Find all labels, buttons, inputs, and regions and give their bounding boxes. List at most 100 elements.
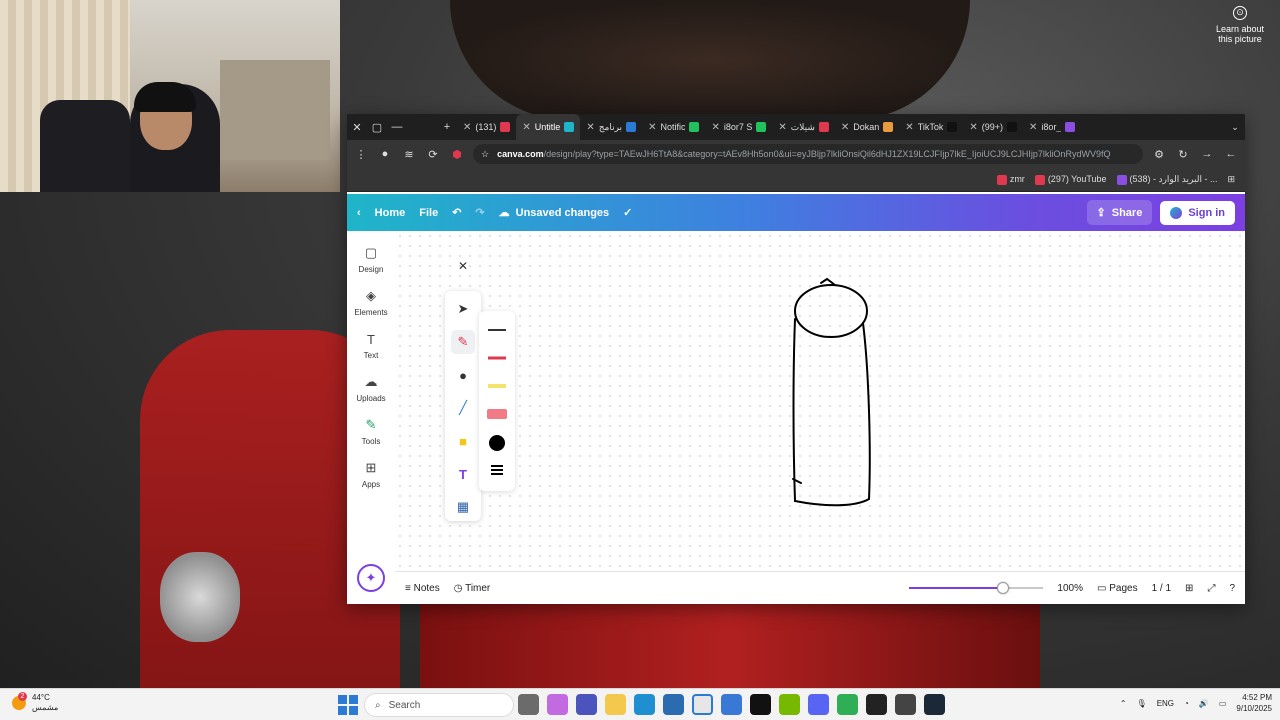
extension-red-icon[interactable]: ⬢	[449, 148, 465, 161]
zoom-slider[interactable]	[909, 582, 1044, 594]
cast-icon[interactable]: ≋	[401, 148, 417, 161]
chevron-up-icon[interactable]: ⌃	[1120, 699, 1127, 708]
app-icon-gray[interactable]	[895, 694, 916, 715]
profile-icon[interactable]: ●	[377, 148, 393, 160]
notes-button[interactable]: ≡ Notes	[405, 583, 440, 594]
epic-games-icon[interactable]	[750, 694, 771, 715]
battery-icon[interactable]: ▭	[1219, 699, 1227, 708]
help-icon[interactable]: ?	[1229, 583, 1235, 594]
learn-about-picture[interactable]: ⊙ Learn about this picture	[1210, 6, 1270, 44]
browser-tab[interactable]: ✕ TikTok	[899, 114, 963, 140]
back-icon[interactable]: ←	[1223, 148, 1239, 160]
redo-icon[interactable]: ↷	[475, 206, 484, 219]
close-tab-icon[interactable]: ✕	[522, 122, 530, 133]
tab-search-icon[interactable]: ⌄	[1225, 122, 1245, 133]
close-window-icon[interactable]: ✕	[347, 121, 367, 134]
freehand-drawing[interactable]	[775, 271, 895, 511]
file-menu-button[interactable]: File	[419, 207, 438, 219]
browser-tab[interactable]: ✕ (99+)	[963, 114, 1023, 140]
grid-view-icon[interactable]: ⊞	[1185, 583, 1193, 594]
all-bookmarks-icon[interactable]: ⊞	[1227, 174, 1235, 185]
home-button[interactable]: Home	[375, 207, 406, 219]
browser-tab[interactable]: ✕ Notific	[642, 114, 705, 140]
maximize-icon[interactable]: ▢	[367, 121, 387, 134]
close-tab-icon[interactable]: ✕	[711, 122, 719, 133]
taskbar-search[interactable]: ⌕ Search	[364, 693, 514, 717]
line-icon[interactable]: ╱	[451, 396, 475, 420]
copilot-icon[interactable]	[547, 694, 568, 715]
browser-tab[interactable]: ✕ Untitle	[516, 114, 581, 140]
rail-item-design[interactable]: ▢ Design	[359, 245, 384, 274]
nvidia-icon[interactable]	[779, 694, 800, 715]
pen-black-icon[interactable]	[486, 323, 508, 337]
close-tab-icon[interactable]: ✕	[463, 122, 471, 133]
menu-icon[interactable]: ⋮	[353, 148, 369, 161]
close-draw-icon[interactable]: ✕	[455, 259, 471, 275]
discord-icon[interactable]	[808, 694, 829, 715]
rail-item-tools[interactable]: ✎ Tools	[362, 417, 381, 446]
rail-item-text[interactable]: T Text	[363, 331, 379, 361]
undo-icon[interactable]: ↶	[452, 206, 461, 219]
browser-tab[interactable]: ✕ i8or7 S	[705, 114, 772, 140]
task-view-icon[interactable]	[518, 694, 539, 715]
marker-red-icon[interactable]	[486, 351, 508, 365]
store-icon[interactable]	[663, 694, 684, 715]
sign-in-button[interactable]: Sign in	[1160, 200, 1235, 225]
language-indicator[interactable]: ENG	[1157, 699, 1174, 708]
close-tab-icon[interactable]: ✕	[1029, 122, 1037, 133]
rail-item-elements[interactable]: ◈ Elements	[354, 288, 387, 317]
minimize-icon[interactable]: —	[387, 121, 407, 133]
browser-tab[interactable]: ✕ شيلات	[772, 114, 835, 140]
chrome-icon[interactable]	[692, 694, 713, 715]
bookmark-item[interactable]: (297) YouTube	[1034, 174, 1107, 185]
clock[interactable]: 4:52 PM 9/10/2025	[1236, 692, 1272, 714]
edge-icon[interactable]	[634, 694, 655, 715]
close-tab-icon[interactable]: ✕	[648, 122, 656, 133]
stroke-weight-icon[interactable]	[491, 465, 503, 475]
bookmark-star-icon[interactable]: ☆	[481, 149, 489, 160]
browser-tab[interactable]: ✕ (131)	[457, 114, 516, 140]
whatsapp-icon[interactable]	[837, 694, 858, 715]
share-button[interactable]: ⇪ Share	[1086, 200, 1153, 225]
weather-widget[interactable]: 2 44°C مشمس	[12, 692, 58, 713]
bookmark-item[interactable]: zmr	[996, 174, 1025, 185]
browser-tab[interactable]: ✕ i8or_	[1023, 114, 1081, 140]
fullscreen-icon[interactable]: ⤢	[1207, 583, 1215, 594]
color-picker[interactable]	[489, 435, 505, 451]
app-icon-blue[interactable]	[721, 694, 742, 715]
eraser-icon[interactable]	[486, 407, 508, 421]
obs-icon[interactable]	[866, 694, 887, 715]
close-tab-icon[interactable]: ✕	[905, 122, 913, 133]
rail-item-apps[interactable]: ⊞ Apps	[362, 460, 380, 489]
reload-icon[interactable]: ↻	[1175, 148, 1191, 161]
browser-tab[interactable]: ✕ برنامج	[580, 114, 642, 140]
pages-button[interactable]: ▭ Pages	[1097, 583, 1138, 594]
wifi-icon[interactable]: ◔	[1184, 699, 1189, 708]
text-tool-icon[interactable]: T	[451, 462, 475, 486]
close-tab-icon[interactable]: ✕	[841, 122, 849, 133]
chevron-left-icon[interactable]: ‹	[357, 207, 361, 219]
zoom-thumb[interactable]	[997, 582, 1010, 594]
new-tab-icon[interactable]: +	[437, 121, 457, 133]
bookmark-item[interactable]: (538) - البريد الوارد - ...	[1116, 174, 1217, 185]
canvas[interactable]: ✕ ➤ ✎ ● ╱ ■ T ▦	[395, 231, 1245, 571]
start-button[interactable]	[338, 695, 358, 715]
timer-button[interactable]: ◷ Timer	[454, 583, 491, 594]
magic-sparkle-icon[interactable]: ✦	[357, 564, 385, 592]
url-field[interactable]: ☆ canva.com/design/play?type=TAEwJH6TtA8…	[473, 144, 1143, 164]
forward-icon[interactable]: →	[1199, 148, 1215, 160]
select-arrow-icon[interactable]: ➤	[451, 297, 475, 321]
pen-icon[interactable]: ✎	[451, 330, 475, 354]
rail-item-uploads[interactable]: ☁ Uploads	[356, 374, 385, 403]
site-settings-icon[interactable]: ⚙	[1151, 148, 1167, 161]
microphone-icon[interactable]: 🎙	[1137, 699, 1147, 708]
steam-icon[interactable]	[924, 694, 945, 715]
close-tab-icon[interactable]: ✕	[586, 122, 594, 133]
close-tab-icon[interactable]: ✕	[969, 122, 977, 133]
extension-icon[interactable]: ⟳	[425, 148, 441, 161]
teams-icon[interactable]	[576, 694, 597, 715]
volume-icon[interactable]: 🔊	[1199, 699, 1209, 708]
cloud-check-icon[interactable]: ✓	[623, 206, 632, 219]
highlighter-icon[interactable]	[486, 379, 508, 393]
table-icon[interactable]: ▦	[451, 495, 475, 519]
